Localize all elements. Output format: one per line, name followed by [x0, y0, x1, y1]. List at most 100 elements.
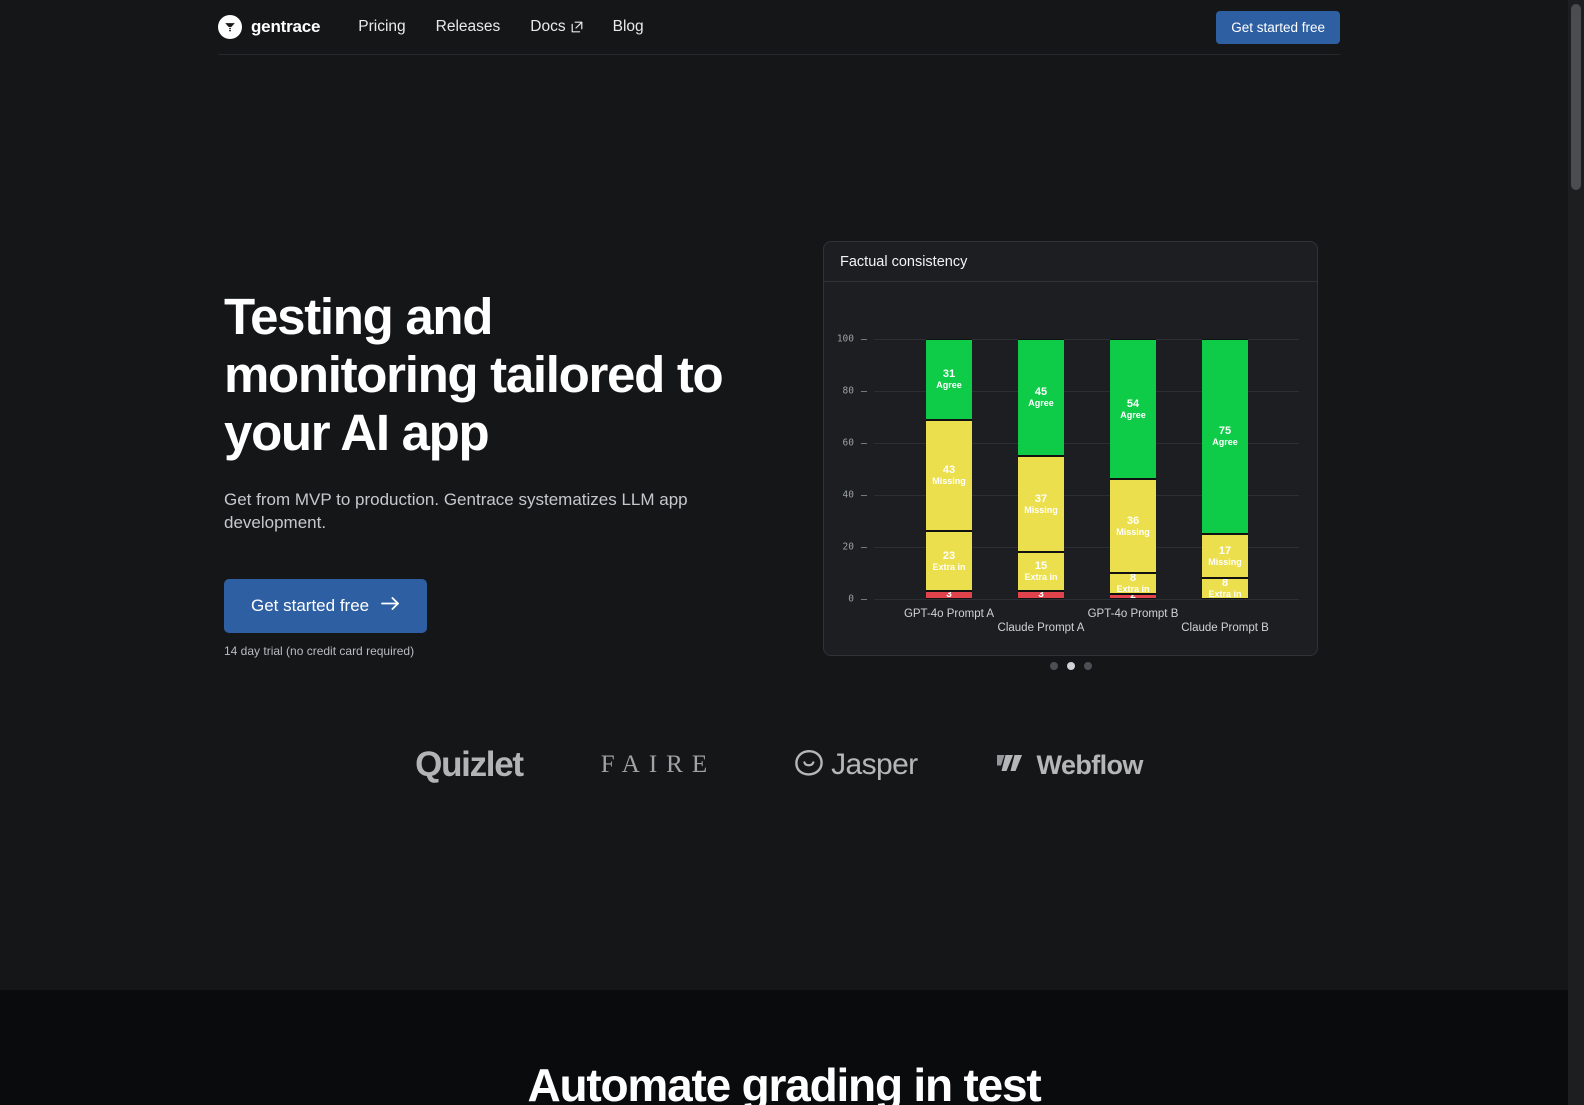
y-axis-tick-mark	[861, 599, 867, 600]
chart-bar-segment[interactable]: 2	[1110, 593, 1156, 599]
y-axis-tick-label: 100	[836, 333, 854, 345]
y-axis-tick-mark	[861, 547, 867, 548]
chart-bar-segment[interactable]: 23 Extra in	[926, 531, 972, 592]
chart-bar-segment[interactable]: 37 Missing	[1018, 456, 1064, 553]
webflow-mark-icon	[996, 752, 1028, 779]
chart-bar-segment[interactable]: 31 Agree	[926, 339, 972, 420]
nav-item-blog[interactable]: Blog	[613, 18, 644, 36]
nav-item-docs-label: Docs	[530, 18, 566, 35]
chart-bar-segment[interactable]: 36 Missing	[1110, 479, 1156, 573]
segment-label: Missing	[1116, 526, 1150, 537]
chart-bar-segment[interactable]: 17 Missing	[1202, 534, 1248, 579]
hero-get-started-button[interactable]: Get started free	[224, 579, 428, 633]
chart-bar[interactable]: 3 23 Extra in 43 Missing 31 Agree	[926, 339, 972, 599]
segment-value: 8	[1129, 573, 1137, 584]
segment-value: 17	[1218, 544, 1232, 557]
page-title: Testing and monitoring tailored to your …	[224, 288, 724, 461]
chart-bar-segment[interactable]: 15 Extra in	[1018, 552, 1064, 592]
x-axis-label: GPT-4o Prompt A	[903, 608, 995, 620]
brand-logo-link[interactable]: gentrace	[218, 15, 320, 39]
segment-value: 31	[942, 367, 956, 380]
segment-value: 75	[1218, 425, 1232, 437]
segment-label: Extra in	[1208, 589, 1242, 599]
carousel-dots	[823, 662, 1318, 670]
y-axis-tick-label: 60	[842, 437, 854, 449]
segment-value: 3	[946, 591, 952, 599]
hero-subtitle: Get from MVP to production. Gentrace sys…	[224, 490, 688, 532]
page-scrollbar[interactable]	[1568, 0, 1584, 1105]
segment-value: 37	[1034, 492, 1048, 505]
chart-gridline	[874, 599, 1299, 600]
y-axis-tick-label: 20	[842, 541, 854, 553]
arrow-right-icon	[381, 596, 400, 616]
chart-bar-segment[interactable]: 3	[926, 591, 972, 599]
nav-item-blog-label: Blog	[612, 18, 644, 35]
logo-webflow: Webflow	[996, 750, 1143, 781]
segment-label: Extra in	[1024, 572, 1058, 583]
y-axis-tick-label: 0	[848, 593, 854, 605]
logo-quizlet: Quizlet	[415, 745, 524, 785]
stacked-bar-chart: 0 20 40 60 80 100 3 23 Extra in 43 Missing 31 Agree G…	[824, 282, 1317, 655]
chart-bar[interactable]: 8 Extra in 17 Missing 75 Agree	[1202, 339, 1248, 599]
logo-webflow-text: Webflow	[1036, 749, 1144, 780]
chart-title: Factual consistency	[840, 253, 968, 270]
chart-card-header: Factual consistency	[824, 242, 1317, 282]
segment-label: Extra in	[932, 561, 966, 572]
segment-label: Agree	[1212, 437, 1238, 447]
carousel-dot-1[interactable]	[1066, 662, 1075, 670]
nav-item-pricing-label: Pricing	[358, 18, 406, 35]
carousel-dot-2[interactable]	[1083, 662, 1092, 670]
header-get-started-button[interactable]: Get started free	[1216, 10, 1340, 44]
brand-name: gentrace	[251, 17, 321, 36]
segment-value: 15	[1034, 560, 1048, 573]
logo-faire-text: FAIRE	[600, 751, 717, 778]
segment-value: 54	[1126, 397, 1140, 410]
chart-bar-segment[interactable]: 3	[1018, 591, 1064, 599]
logo-faire: FAIRE	[601, 751, 716, 779]
x-axis-label: Claude Prompt A	[997, 622, 1085, 634]
segment-label: Missing	[1024, 504, 1058, 515]
page-scrollbar-thumb[interactable]	[1571, 4, 1581, 190]
next-section-title: Automate grading in test	[527, 1059, 1041, 1105]
segment-value: 8	[1221, 578, 1229, 590]
segment-value: 2	[1130, 595, 1136, 598]
segment-value: 36	[1126, 514, 1140, 527]
customer-logo-strip: Quizlet FAIRE Jasper Webflow	[218, 740, 1340, 790]
y-axis-tick-label: 80	[842, 385, 854, 397]
segment-label: Missing	[932, 476, 966, 486]
segment-value: 45	[1034, 386, 1048, 398]
x-axis-label: GPT-4o Prompt B	[1087, 608, 1179, 620]
nav-item-releases[interactable]: Releases	[436, 18, 501, 36]
carousel-dot-0[interactable]	[1049, 662, 1058, 670]
chart-bar-segment[interactable]: 75 Agree	[1202, 339, 1248, 534]
chart-bar[interactable]: 3 15 Extra in 37 Missing 45 Agree	[1018, 339, 1064, 599]
main-nav: Pricing Releases Docs Blog	[358, 18, 643, 36]
hero-get-started-label: Get started free	[251, 596, 370, 615]
x-axis-label: Claude Prompt B	[1181, 622, 1269, 634]
segment-value: 43	[942, 464, 956, 476]
nav-item-pricing[interactable]: Pricing	[358, 18, 405, 36]
funnel-icon	[218, 15, 242, 39]
chart-bar-segment[interactable]: 45 Agree	[1018, 339, 1064, 456]
chart-bar-segment[interactable]: 8 Extra in	[1110, 573, 1156, 594]
chart-card: Factual consistency 0 20 40 60 80 100 3 23 Extra…	[823, 241, 1318, 656]
y-axis-tick-mark	[861, 391, 867, 392]
nav-item-releases-label: Releases	[435, 18, 501, 35]
jasper-smile-icon	[794, 749, 824, 782]
trial-note: 14 day trial (no credit card required)	[224, 644, 415, 658]
chart-body: 0 20 40 60 80 100 3 23 Extra in 43 Missing 31 Agree G…	[824, 282, 1317, 655]
segment-label: Missing	[1208, 556, 1242, 567]
y-axis-tick-label: 40	[842, 489, 854, 501]
nav-item-docs[interactable]: Docs	[530, 18, 583, 36]
chart-bar[interactable]: 28Extra in36Missing54Agree	[1110, 339, 1156, 599]
page-root: gentrace Pricing Releases Docs Blog Get …	[0, 0, 1584, 1105]
chart-bar-segment[interactable]: 8 Extra in	[1202, 578, 1248, 599]
site-header: gentrace Pricing Releases Docs Blog Get …	[218, 0, 1340, 55]
hero-content: Testing and monitoring tailored to your …	[224, 288, 764, 658]
y-axis-tick-mark	[861, 443, 867, 444]
segment-label: Agree	[1028, 398, 1054, 408]
chart-bar-segment[interactable]: 54 Agree	[1110, 339, 1156, 480]
y-axis-tick-mark	[861, 339, 867, 340]
chart-bar-segment[interactable]: 43 Missing	[926, 419, 972, 532]
logo-jasper-text: Jasper	[831, 748, 918, 781]
